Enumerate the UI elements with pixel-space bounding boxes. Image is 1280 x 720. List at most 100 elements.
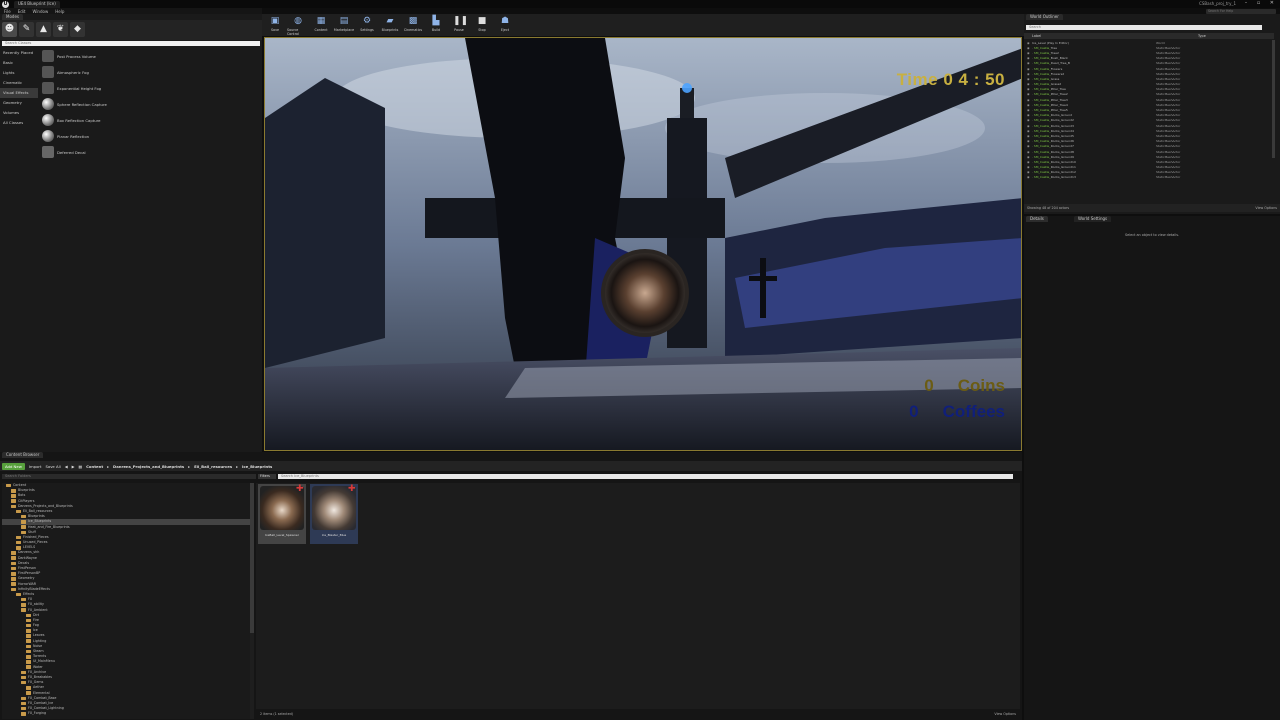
category-basic[interactable]: Basic <box>0 58 38 68</box>
category-geometry[interactable]: Geometry <box>0 98 38 108</box>
eject-button[interactable]: ☗ Eject <box>494 14 516 36</box>
settings-button[interactable]: ⚙ Settings <box>356 14 378 36</box>
category-all-classes[interactable]: All Classes <box>0 118 38 128</box>
landscape-mode-icon[interactable]: ▲ <box>36 22 51 37</box>
world-outliner-tab[interactable]: World Outliner <box>1026 14 1063 20</box>
folder-icon <box>21 525 26 529</box>
outliner-row[interactable]: ◉ · SM_Castle_Rocks_Ground13 StaticMeshAct… <box>1024 175 1274 180</box>
pause-button[interactable]: ❚❚ Pause <box>448 14 470 36</box>
category-recently-placed[interactable]: Recently Placed <box>0 48 38 58</box>
list-item[interactable]: Post Process Volume <box>40 48 260 64</box>
folder-icon <box>11 494 16 498</box>
blueprint-badge-icon: ✚ <box>296 484 304 494</box>
list-item[interactable]: Box Reflection Capture <box>40 112 260 128</box>
row-name: Pillar_Tree2 <box>1050 92 1068 97</box>
timer-value: 0 4 : 50 <box>943 70 1005 89</box>
item-label: Atmospheric Fog <box>57 69 89 75</box>
row-label: · SM_Castle_Rocks_Ground3 <box>1032 123 1074 128</box>
row-label: · SM_Castle_Grass <box>1032 76 1060 81</box>
level-tab[interactable]: UE4 Blueprint (Ice) <box>14 1 60 8</box>
save-button[interactable]: ▣ Save <box>264 14 286 36</box>
save-all-button[interactable]: Save All <box>45 464 60 469</box>
path-segment[interactable]: Content <box>86 464 103 469</box>
window-controls[interactable]: – ▫ ✕ <box>1245 0 1278 6</box>
asset-tile[interactable]: ✚ Ice_Blaster_Blue <box>310 484 358 544</box>
row-type: StaticMeshActor <box>1156 165 1181 170</box>
folder-path-icon[interactable]: ▦ <box>79 464 83 469</box>
type-column-header[interactable]: Type <box>1198 34 1206 38</box>
folder-icon <box>26 613 31 618</box>
folder-icon <box>21 608 26 612</box>
menu-file[interactable]: File <box>4 9 11 14</box>
list-item[interactable]: Atmospheric Fog <box>40 64 260 80</box>
row-label: · SM_Castle_Rocks_Ground12 <box>1032 170 1076 175</box>
list-item[interactable]: Exponential Height Fog <box>40 80 260 96</box>
blueprints-button[interactable]: ▰ Blueprints <box>379 14 401 36</box>
game-viewport[interactable]: Time 0 4 : 50 0 Coins 0 Coffees <box>264 37 1022 451</box>
row-prefix: SM_Castle_ <box>1033 50 1051 55</box>
marketplace-button[interactable]: ▤ Marketplace <box>333 14 355 36</box>
category-lights[interactable]: Lights <box>0 68 38 78</box>
row-name: Rocks_Ground7 <box>1050 144 1074 149</box>
planar-reflection-icon <box>42 130 54 142</box>
back-arrow-icon[interactable]: ◀ <box>65 464 68 469</box>
row-prefix: SM_Castle_ <box>1033 165 1051 170</box>
menu-edit[interactable]: Edit <box>18 9 26 14</box>
row-label: · SM_Castle_Rocks_Ground11 <box>1032 165 1076 170</box>
label-column-header[interactable]: Label <box>1024 34 1198 38</box>
cinematics-button[interactable]: ▩ Cinematics <box>402 14 424 36</box>
content-browser-tab[interactable]: Content Browser <box>2 452 44 458</box>
build-button[interactable]: ▙ Build <box>425 14 447 36</box>
add-new-button[interactable]: Add New <box>2 462 25 470</box>
content-button[interactable]: ▦ Content <box>310 14 332 36</box>
forward-arrow-icon[interactable]: ▶ <box>72 464 75 469</box>
list-item[interactable]: Planar Reflection <box>40 128 260 144</box>
category-cinematic[interactable]: Cinematic <box>0 78 38 88</box>
folder-tree-item[interactable]: FX_Forging <box>2 711 250 716</box>
row-prefix: SM_Castle_ <box>1033 118 1051 123</box>
folder-search-input[interactable]: Search Folders <box>2 474 256 479</box>
filters-button[interactable]: Filters <box>258 474 276 479</box>
folder-icon <box>21 603 26 607</box>
asset-tile[interactable]: ✚ IceBall_Level_Spawner <box>258 484 306 544</box>
paint-mode-icon[interactable]: ✎ <box>19 22 34 37</box>
category-volumes[interactable]: Volumes <box>0 108 38 118</box>
outliner-view-options[interactable]: View Options <box>1255 206 1277 210</box>
path-segment[interactable]: Danrens_Projects_and_Blueprints <box>113 464 184 469</box>
list-item[interactable]: Deferred Decal <box>40 144 260 160</box>
category-visual-effects[interactable]: Visual Effects <box>0 88 38 98</box>
asset-search-input[interactable]: Search Ice_Blueprints <box>278 474 1013 479</box>
row-name: Rocks_Ground <box>1050 113 1073 118</box>
menu-window[interactable]: Window <box>32 9 48 14</box>
outliner-header: Label Type <box>1024 33 1274 39</box>
tree-scroll-thumb[interactable] <box>250 483 254 633</box>
world-settings-tab[interactable]: World Settings <box>1074 216 1112 222</box>
path-segment[interactable]: Eli_Ball_resources <box>194 464 232 469</box>
class-search-input[interactable]: Search Classes <box>2 41 260 46</box>
foliage-mode-icon[interactable]: ❦ <box>53 22 68 37</box>
outliner-search-input[interactable]: Search <box>1026 25 1262 30</box>
path-segment[interactable]: Ice_Blueprints <box>242 464 272 469</box>
timer-label: Time <box>896 70 939 89</box>
row-type: StaticMeshActor <box>1156 149 1181 154</box>
list-item[interactable]: Sphere Reflection Capture <box>40 96 260 112</box>
menu-help[interactable]: Help <box>55 9 64 14</box>
decal-icon <box>42 146 54 158</box>
blueprints-label: Blueprints <box>381 28 399 32</box>
geometry-mode-icon[interactable]: ◆ <box>70 22 85 37</box>
source-control-button[interactable]: ◍ Source Control <box>287 14 309 36</box>
folder-icon <box>16 592 21 597</box>
eject-label: Eject <box>500 28 510 32</box>
details-tab[interactable]: Details <box>1026 216 1048 222</box>
import-button[interactable]: Import <box>29 464 42 469</box>
place-mode-icon[interactable]: ☻ <box>2 22 17 37</box>
stop-button[interactable]: ■ Stop <box>471 14 493 36</box>
path-separator-icon: ▸ <box>236 463 239 469</box>
content-view-options[interactable]: View Options <box>994 712 1016 716</box>
outliner-scroll-thumb[interactable] <box>1272 40 1275 158</box>
row-name: Rocks_Ground9 <box>1050 154 1074 159</box>
row-label: · SM_Castle_Pillar_Tree3 <box>1032 97 1068 102</box>
details-panel: Details World Settings Select an object … <box>1024 216 1280 720</box>
tree-scrollbar[interactable] <box>250 483 254 719</box>
folder-icon <box>26 691 31 695</box>
